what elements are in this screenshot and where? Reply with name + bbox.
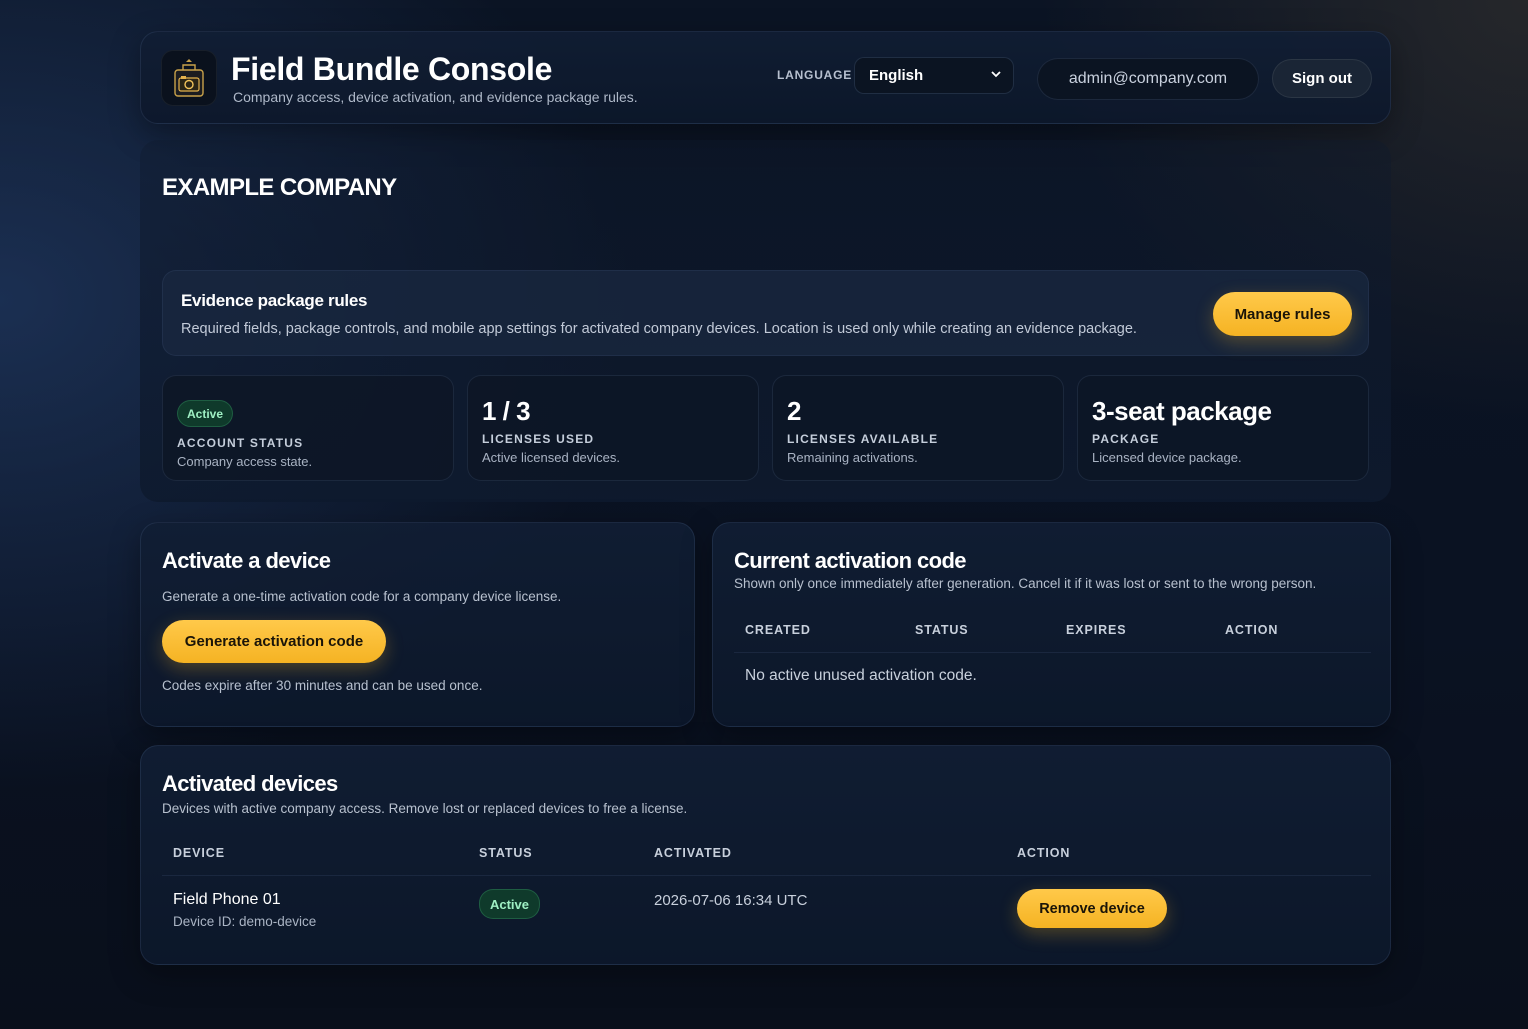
top-header: Field Bundle Console Company access, dev… (140, 31, 1391, 124)
stat-description: Remaining activations. (787, 450, 918, 465)
device-name: Field Phone 01 (173, 891, 281, 908)
empty-table-message: No active unused activation code. (745, 667, 977, 684)
device-id: Device ID: demo-device (173, 914, 317, 929)
stat-licenses-used: 1 / 3 LICENSES USED Active licensed devi… (467, 375, 759, 481)
generate-activation-code-button[interactable]: Generate activation code (162, 620, 386, 663)
column-header-device: DEVICE (173, 846, 225, 860)
remove-device-button[interactable]: Remove device (1017, 889, 1167, 928)
column-header-status: STATUS (479, 846, 533, 860)
sign-out-button[interactable]: Sign out (1272, 59, 1372, 98)
activate-title: Activate a device (162, 548, 331, 573)
current-code-description: Shown only once immediately after genera… (734, 576, 1317, 591)
language-select[interactable]: English (854, 57, 1014, 94)
status-badge: Active (177, 400, 233, 427)
table-divider (162, 875, 1371, 876)
stat-label: ACCOUNT STATUS (177, 436, 304, 450)
column-header-expires: EXPIRES (1066, 623, 1127, 637)
company-section: EXAMPLE COMPANY Evidence package rules R… (140, 140, 1391, 502)
activated-devices-card: Activated devices Devices with active co… (140, 745, 1391, 965)
current-code-title: Current activation code (734, 548, 967, 573)
stat-label: LICENSES AVAILABLE (787, 432, 939, 446)
activate-description: Generate a one-time activation code for … (162, 589, 562, 604)
stat-value: 2 (787, 396, 801, 426)
current-activation-code-card: Current activation code Shown only once … (712, 522, 1391, 727)
chevron-down-icon (991, 71, 1001, 78)
rules-description: Required fields, package controls, and m… (181, 321, 1137, 337)
app-subtitle: Company access, device activation, and e… (233, 89, 638, 105)
stat-description: Active licensed devices. (482, 450, 621, 465)
activated-timestamp: 2026-07-06 16:34 UTC (654, 892, 808, 909)
devices-description: Devices with active company access. Remo… (162, 801, 688, 816)
stat-label: PACKAGE (1092, 432, 1160, 446)
manage-rules-button[interactable]: Manage rules (1213, 292, 1352, 336)
evidence-rules-panel: Evidence package rules Required fields, … (162, 270, 1369, 356)
stat-value: 3-seat package (1092, 396, 1272, 426)
language-value: English (869, 67, 924, 84)
language-label: LANGUAGE (777, 68, 853, 82)
column-header-action: ACTION (1017, 846, 1071, 860)
app-title: Field Bundle Console (231, 51, 553, 87)
stat-account-status: Active ACCOUNT STATUS Company access sta… (162, 375, 454, 481)
stat-description: Licensed device package. (1092, 450, 1242, 465)
user-email: admin@company.com (1037, 58, 1259, 100)
status-badge: Active (479, 889, 540, 919)
stat-value: 1 / 3 (482, 396, 531, 426)
devices-title: Activated devices (162, 771, 338, 796)
camera-briefcase-icon (161, 50, 217, 106)
stat-licenses-available: 2 LICENSES AVAILABLE Remaining activatio… (772, 375, 1064, 481)
table-divider (734, 652, 1371, 653)
column-header-activated: ACTIVATED (654, 846, 732, 860)
rules-title: Evidence package rules (181, 291, 368, 310)
column-header-created: CREATED (745, 623, 811, 637)
stat-label: LICENSES USED (482, 432, 595, 446)
column-header-action: ACTION (1225, 623, 1279, 637)
activate-note: Codes expire after 30 minutes and can be… (162, 678, 483, 693)
stat-description: Company access state. (177, 454, 313, 469)
activate-device-card: Activate a device Generate a one-time ac… (140, 522, 695, 727)
stat-package: 3-seat package PACKAGE Licensed device p… (1077, 375, 1369, 481)
column-header-status: STATUS (915, 623, 969, 637)
company-name: EXAMPLE COMPANY (162, 174, 397, 201)
